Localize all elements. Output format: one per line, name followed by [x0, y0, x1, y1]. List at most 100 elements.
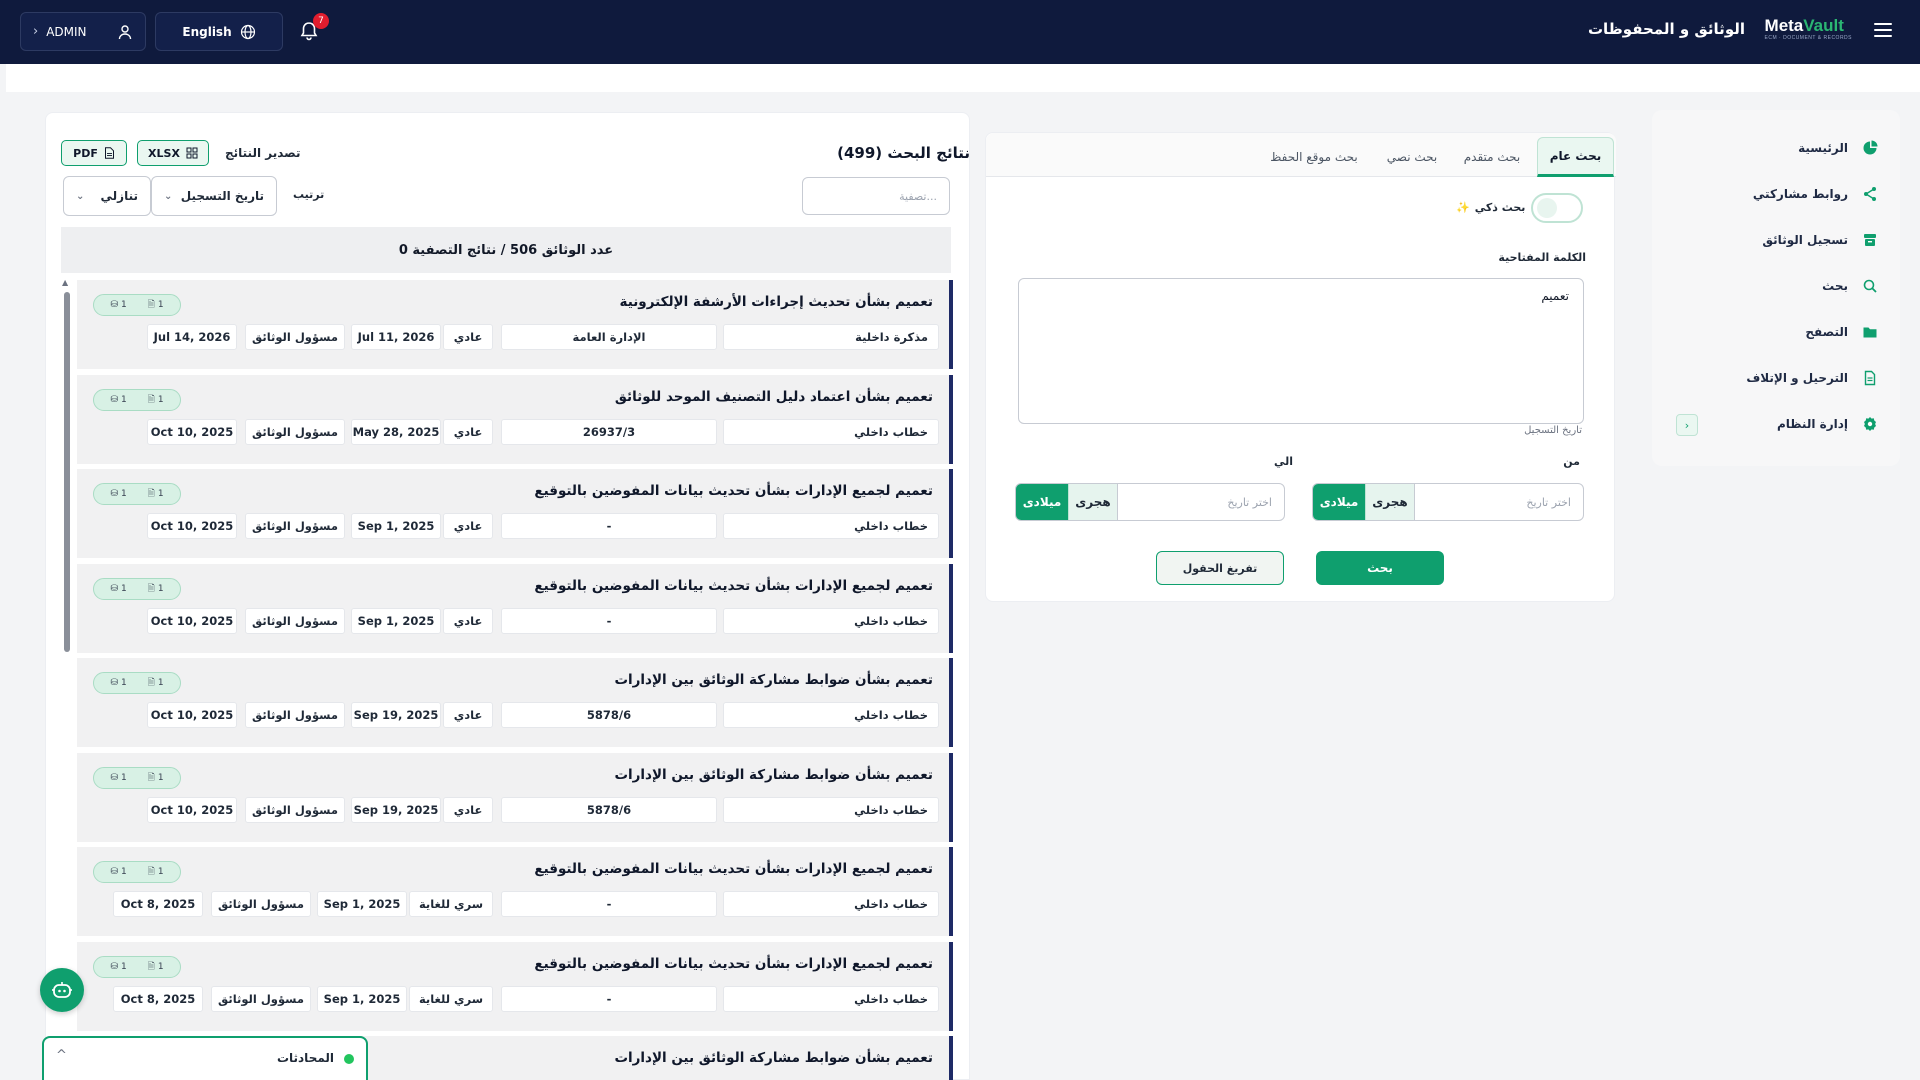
pie-chart-icon	[1862, 140, 1878, 156]
versions-badge: ⛁1	[110, 395, 126, 405]
document-type: خطاب داخلي	[723, 418, 939, 445]
document-date: Sep 1, 2025	[351, 513, 441, 539]
versions-badge: ⛁1	[110, 773, 126, 783]
result-title[interactable]: تعميم بشأن ضوابط مشاركة الوثائق بين الإد…	[614, 767, 933, 783]
document-type: خطاب داخلي	[723, 607, 939, 634]
versions-badge: ⛁1	[110, 584, 126, 594]
attachment-badges[interactable]: ⛁1🗎1	[93, 388, 181, 411]
language-button[interactable]: English	[155, 12, 283, 51]
result-title[interactable]: تعميم بشأن ضوابط مشاركة الوثائق بين الإد…	[614, 1050, 933, 1066]
sort-order-select[interactable]: ⌄ تنازلي	[63, 176, 151, 216]
result-title[interactable]: تعميم لجميع الإدارات بشأن تحديث بيانات ا…	[534, 483, 933, 499]
attachment-badges[interactable]: ⛁1🗎1	[93, 861, 181, 883]
versions-badge: ⛁1	[110, 867, 126, 877]
files-count: 1	[157, 394, 164, 405]
result-title[interactable]: تعميم بشأن تحديث إجراءات الأرشفة الإلكتر…	[620, 294, 933, 310]
attachment-badges[interactable]: ⛁1🗎1	[93, 577, 181, 600]
conversations-label: المحادثات	[276, 1051, 334, 1065]
sidebar-item-transfer-destroy[interactable]: الترحيل و الإتلاف	[1746, 370, 1878, 386]
document-priority: سري للغاية	[409, 985, 493, 1012]
result-row[interactable]: تعميم لجميع الإدارات بشأن تحديث بيانات ا…	[77, 847, 953, 936]
result-title[interactable]: تعميم بشأن ضوابط مشاركة الوثائق بين الإد…	[614, 672, 933, 688]
result-title[interactable]: تعميم بشأن اعتماد دليل التصنيف الموحد لل…	[615, 389, 933, 405]
file-icon: 🗎	[147, 961, 155, 972]
registration-date: Oct 10, 2025	[147, 513, 237, 539]
result-row[interactable]: تعميم بشأن ضوابط مشاركة الوثائق بين الإد…	[77, 752, 953, 842]
sidebar-item-home[interactable]: الرئيسية	[1798, 140, 1878, 156]
collapse-sidebar-button[interactable]: ›	[1676, 414, 1698, 436]
archive-box-icon	[1862, 232, 1878, 248]
logo-subtitle: ECM · DOCUMENT & RECORDS	[1764, 35, 1852, 41]
result-row[interactable]: تعميم بشأن ضوابط مشاركة الوثائق بين الإد…	[77, 658, 953, 747]
result-row[interactable]: تعميم لجميع الإدارات بشأن تحديث بيانات ا…	[77, 563, 953, 653]
versions-count: 1	[120, 394, 127, 405]
files-count: 1	[157, 867, 164, 877]
versions-count: 1	[120, 678, 127, 688]
logo-text-a: Meta	[1764, 16, 1804, 35]
export-pdf-button[interactable]: PDF	[61, 140, 127, 166]
result-title[interactable]: تعميم لجميع الإدارات بشأن تحديث بيانات ا…	[534, 578, 933, 594]
robot-icon	[52, 982, 72, 998]
versions-count: 1	[120, 300, 127, 310]
result-row[interactable]: تعميم بشأن اعتماد دليل التصنيف الموحد لل…	[77, 374, 953, 464]
grid-icon	[186, 147, 198, 159]
results-panel: نتائج البحث (499) تصدير النتائج XLSX PDF…	[45, 112, 970, 1080]
database-icon: ⛁	[110, 394, 118, 405]
sidebar-item-search[interactable]: بحث	[1822, 278, 1878, 294]
chevron-right-icon: ›	[33, 24, 39, 39]
top-bar: › ADMIN English 7 الوثائق و المحفوظات Me…	[0, 0, 1920, 64]
sidebar-item-register-documents[interactable]: تسجيل الوثائق	[1762, 232, 1878, 248]
result-row[interactable]: تعميم بشأن تحديث إجراءات الأرشفة الإلكتر…	[77, 280, 953, 369]
conversations-bar[interactable]: ^ المحادثات	[42, 1036, 368, 1080]
files-count: 1	[157, 961, 164, 972]
document-type: خطاب داخلي	[723, 891, 939, 917]
results-heading: نتائج البحث (499)	[837, 144, 970, 162]
attachment-badges[interactable]: ⛁1 🗎 1	[93, 766, 181, 789]
versions-count: 1	[120, 867, 127, 877]
sort-order-value: تنازلي	[100, 189, 138, 203]
document-priority: عادي	[443, 513, 493, 539]
online-status-dot	[344, 1054, 354, 1064]
file-icon: 🗎	[147, 772, 155, 783]
user-menu-button[interactable]: › ADMIN	[20, 12, 146, 51]
scroll-up-arrow[interactable]: ▲	[62, 278, 68, 287]
versions-badge: ⛁1	[110, 962, 126, 972]
sidebar-item-system-admin[interactable]: إدارة النظام	[1777, 416, 1878, 432]
attachment-badges[interactable]: ⛁1 🗎1	[93, 955, 181, 978]
versions-count: 1	[120, 489, 127, 499]
registration-date: Oct 10, 2025	[147, 702, 237, 728]
result-title[interactable]: تعميم لجميع الإدارات بشأن تحديث بيانات ا…	[534, 956, 933, 972]
file-icon: 🗎	[147, 678, 155, 688]
document-date: Sep 19, 2025	[351, 796, 441, 823]
document-reference: -	[501, 891, 717, 917]
sort-field-select[interactable]: ⌄ تاريخ التسجيل	[151, 176, 277, 216]
sidebar-item-share-links[interactable]: روابط مشاركتي	[1753, 186, 1878, 202]
export-results-label: تصدير النتائج	[225, 146, 301, 160]
document-reference: 5878/6	[501, 702, 717, 728]
attachment-badges[interactable]: ⛁1🗎1	[93, 672, 181, 694]
files-count: 1	[157, 678, 164, 688]
result-row[interactable]: تعميم لجميع الإدارات بشأن تحديث بيانات ا…	[77, 941, 953, 1031]
user-name: ADMIN	[46, 24, 87, 39]
files-count: 1	[157, 300, 164, 310]
chatbot-button[interactable]	[40, 968, 84, 1012]
document-type: خطاب داخلي	[723, 796, 939, 823]
versions-badge: ⛁1	[110, 678, 126, 688]
versions-count: 1	[120, 772, 127, 783]
registration-date: Oct 10, 2025	[147, 607, 237, 634]
attachment-badges[interactable]: ⛁1🗎1	[93, 483, 181, 505]
attachment-badges[interactable]: ⛁1🗎1	[93, 294, 181, 316]
files-count: 1	[157, 489, 164, 499]
document-type: خطاب داخلي	[723, 985, 939, 1012]
export-xlsx-button[interactable]: XLSX	[137, 140, 209, 166]
result-title[interactable]: تعميم لجميع الإدارات بشأن تحديث بيانات ا…	[534, 861, 933, 877]
scrollbar-thumb[interactable]	[64, 292, 70, 652]
result-row[interactable]: تعميم لجميع الإدارات بشأن تحديث بيانات ا…	[77, 469, 953, 558]
filter-input[interactable]: تصفية...	[802, 177, 950, 215]
database-icon: ⛁	[110, 300, 118, 310]
registration-date: Oct 10, 2025	[147, 418, 237, 445]
document-icon	[1862, 370, 1878, 386]
menu-icon[interactable]	[1874, 23, 1892, 37]
chevron-down-icon: ⌄	[164, 190, 173, 202]
sidebar-item-browse[interactable]: التصفح	[1805, 324, 1878, 340]
